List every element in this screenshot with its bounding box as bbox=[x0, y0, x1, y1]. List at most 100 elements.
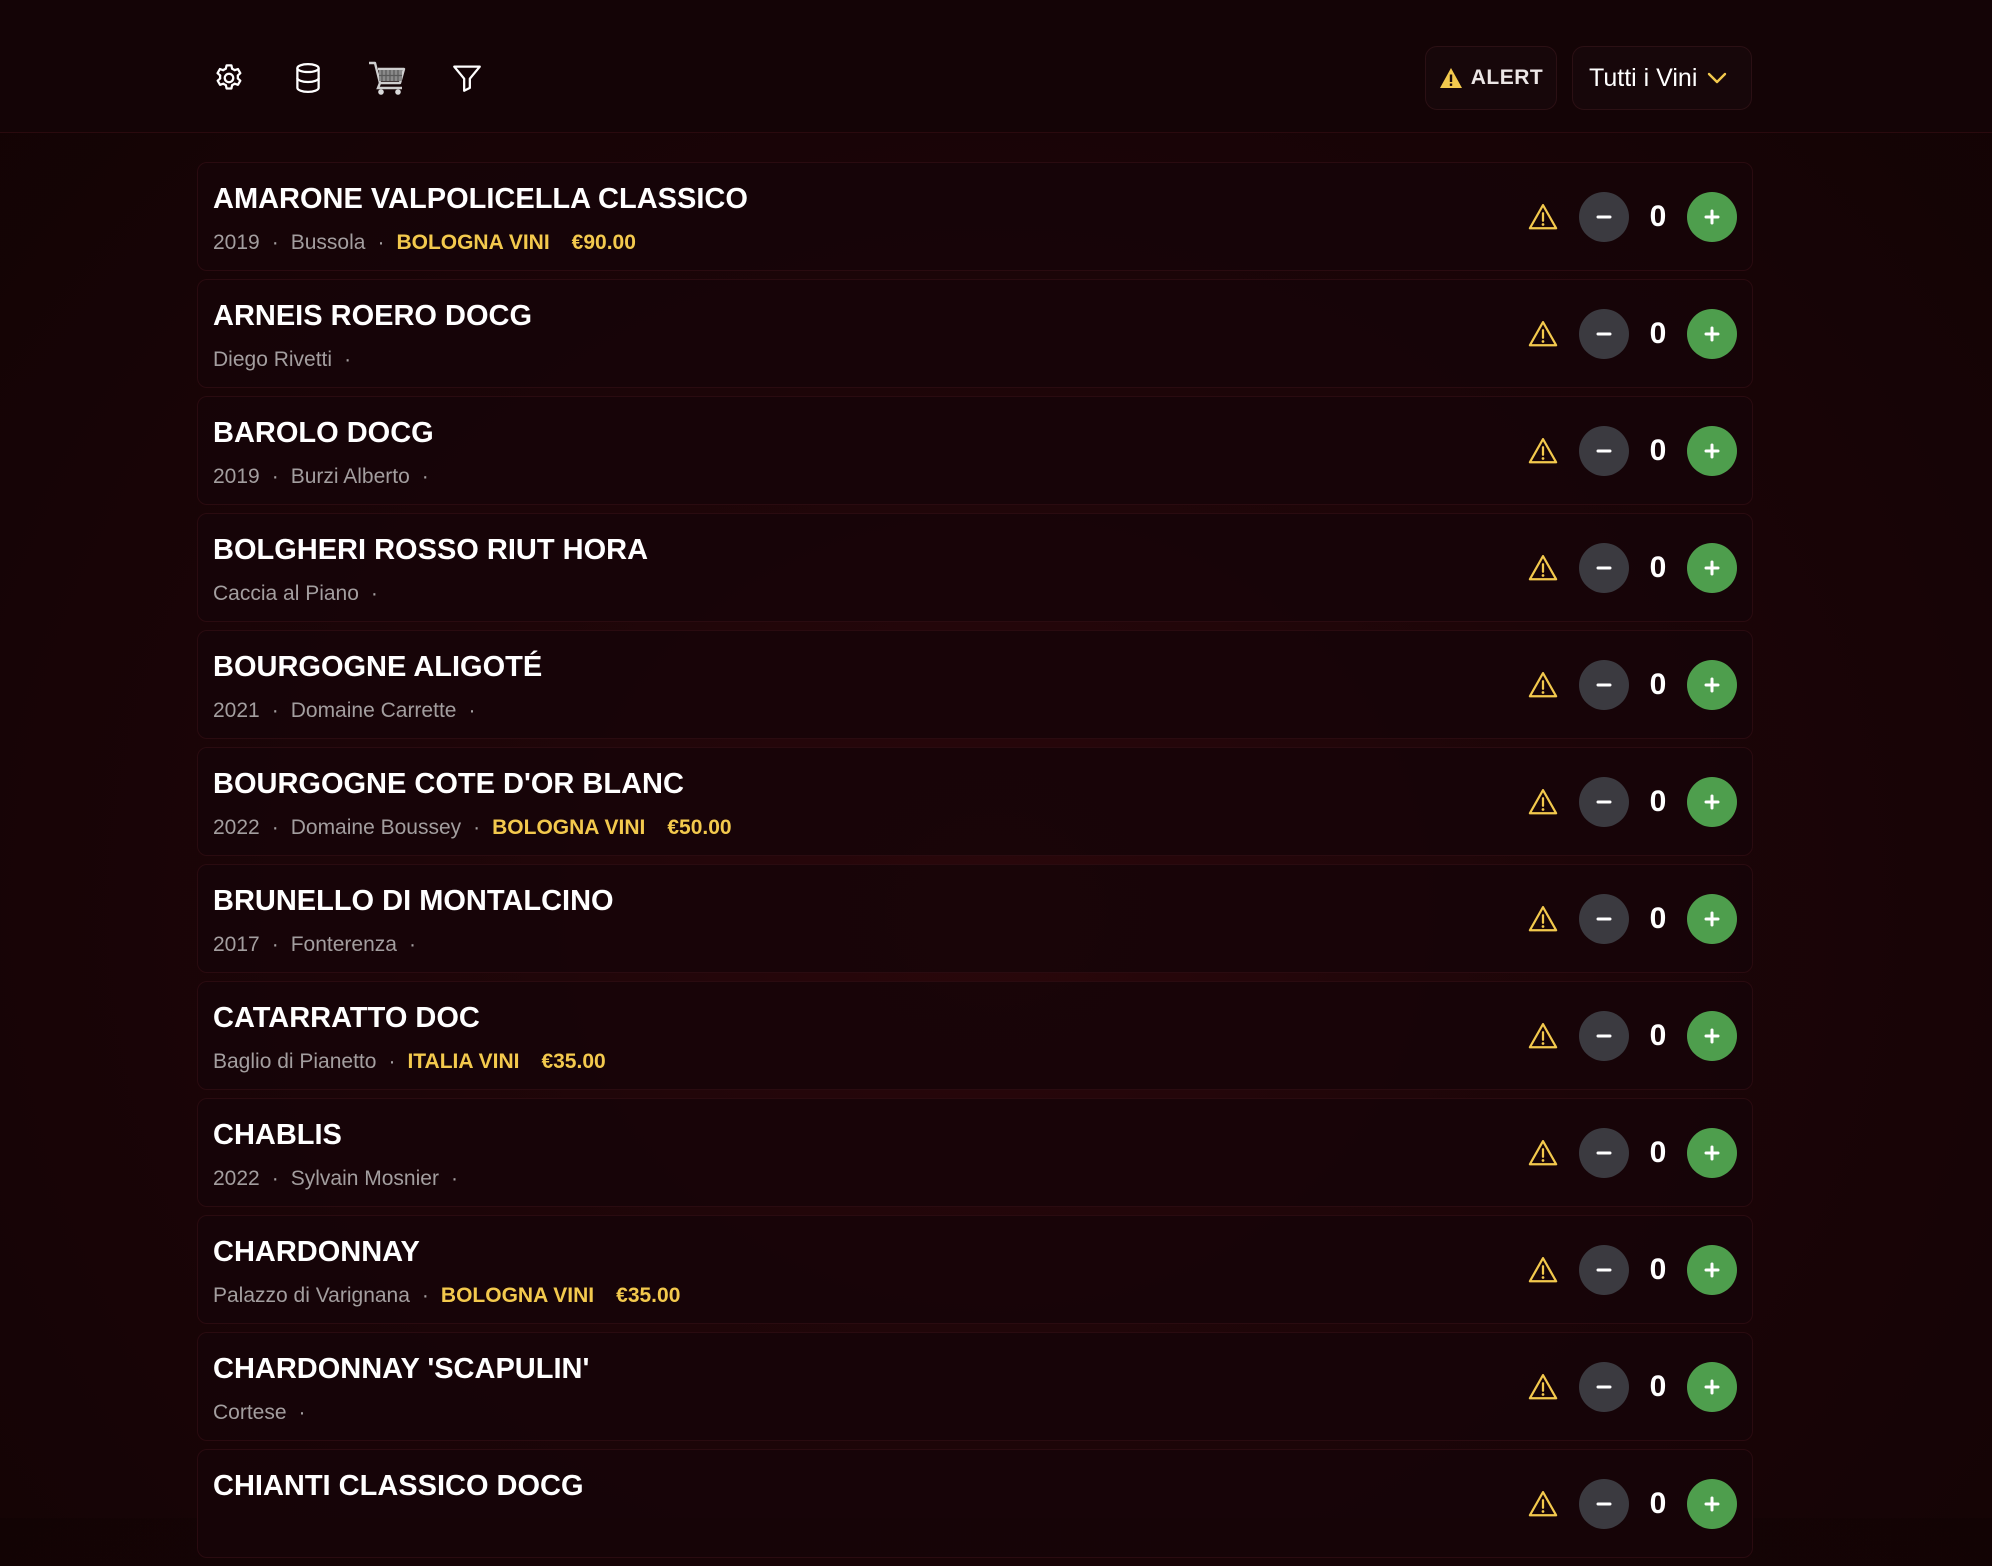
increment-button[interactable] bbox=[1687, 309, 1737, 359]
wine-producer: Sylvain Mosnier bbox=[290, 1167, 439, 1190]
wine-producer: Bussola bbox=[290, 231, 366, 254]
warning-icon[interactable] bbox=[1528, 1255, 1558, 1285]
quantity-value: 0 bbox=[1649, 1136, 1667, 1169]
decrement-button[interactable] bbox=[1579, 309, 1629, 359]
quantity-value: 0 bbox=[1649, 1487, 1667, 1520]
wine-year: 2019 bbox=[213, 231, 260, 254]
warning-icon[interactable] bbox=[1528, 1138, 1558, 1168]
plus-icon bbox=[1704, 677, 1720, 693]
wine-name: AMARONE VALPOLICELLA CLASSICO bbox=[213, 183, 748, 215]
quantity-value: 0 bbox=[1649, 317, 1667, 350]
alert-label: ALERT bbox=[1470, 66, 1544, 89]
wine-row[interactable]: CHARDONNAY 'SCAPULIN' Cortese · 0 bbox=[197, 1332, 1753, 1441]
chevron-down-icon bbox=[1708, 72, 1727, 84]
increment-button[interactable] bbox=[1687, 543, 1737, 593]
wine-meta: 2017 · Fonterenza · bbox=[213, 933, 416, 956]
filter-icon[interactable] bbox=[443, 54, 491, 102]
minus-icon bbox=[1596, 1385, 1612, 1389]
warning-icon[interactable] bbox=[1528, 904, 1558, 934]
warning-icon[interactable] bbox=[1528, 1489, 1558, 1519]
minus-icon bbox=[1596, 215, 1612, 219]
quantity-value: 0 bbox=[1649, 1370, 1667, 1403]
wine-row[interactable]: CHIANTI CLASSICO DOCG 0 bbox=[197, 1449, 1753, 1558]
increment-button[interactable] bbox=[1687, 894, 1737, 944]
warning-icon[interactable] bbox=[1528, 319, 1558, 349]
plus-icon bbox=[1704, 1028, 1720, 1044]
wine-name: BRUNELLO DI MONTALCINO bbox=[213, 885, 614, 917]
plus-icon bbox=[1704, 326, 1720, 342]
wine-price: €50.00 bbox=[667, 816, 732, 839]
wine-row[interactable]: CHABLIS 2022 · Sylvain Mosnier · 0 bbox=[197, 1098, 1753, 1207]
decrement-button[interactable] bbox=[1579, 777, 1629, 827]
increment-button[interactable] bbox=[1687, 192, 1737, 242]
warning-icon[interactable] bbox=[1528, 1021, 1558, 1051]
decrement-button[interactable] bbox=[1579, 1362, 1629, 1412]
wine-supplier: BOLOGNA VINI bbox=[440, 1284, 595, 1307]
warning-icon[interactable] bbox=[1528, 202, 1558, 232]
wine-year: 2022 bbox=[213, 816, 260, 839]
gear-icon[interactable] bbox=[205, 54, 253, 102]
warning-icon[interactable] bbox=[1528, 436, 1558, 466]
wine-row[interactable]: AMARONE VALPOLICELLA CLASSICO 2019 · Busso… bbox=[197, 162, 1753, 271]
wine-producer: Caccia al Piano bbox=[213, 582, 359, 605]
wine-row[interactable]: BAROLO DOCG 2019 · Burzi Alberto · 0 bbox=[197, 396, 1753, 505]
decrement-button[interactable] bbox=[1579, 192, 1629, 242]
plus-icon bbox=[1704, 794, 1720, 810]
wine-row[interactable]: BOURGOGNE ALIGOTÉ 2021 · Domaine Carrette ·… bbox=[197, 630, 1753, 739]
filter-select-value: Tutti i Vini bbox=[1589, 63, 1698, 92]
warning-icon[interactable] bbox=[1528, 787, 1558, 817]
increment-button[interactable] bbox=[1687, 1011, 1737, 1061]
wine-price: €35.00 bbox=[541, 1050, 606, 1073]
increment-button[interactable] bbox=[1687, 1362, 1737, 1412]
plus-icon bbox=[1704, 443, 1720, 459]
decrement-button[interactable] bbox=[1579, 426, 1629, 476]
wine-meta: 2019 · Bussola · BOLOGNA VINI €90.00 bbox=[213, 231, 636, 254]
quantity-value: 0 bbox=[1649, 1253, 1667, 1286]
wine-meta: 2019 · Burzi Alberto · bbox=[213, 465, 429, 488]
wine-row[interactable]: BOURGOGNE COTE D'OR BLANC 2022 · Domaine B… bbox=[197, 747, 1753, 856]
wine-filter-select[interactable]: Tutti i Vini bbox=[1572, 46, 1752, 110]
decrement-button[interactable] bbox=[1579, 894, 1629, 944]
plus-icon bbox=[1704, 560, 1720, 576]
quantity-value: 0 bbox=[1649, 785, 1667, 818]
wine-meta: Diego Rivetti · bbox=[213, 348, 352, 371]
increment-button[interactable] bbox=[1687, 660, 1737, 710]
increment-button[interactable] bbox=[1687, 1479, 1737, 1529]
decrement-button[interactable] bbox=[1579, 1479, 1629, 1529]
wine-price: €35.00 bbox=[616, 1284, 681, 1307]
wine-meta: Cortese · bbox=[213, 1401, 306, 1424]
decrement-button[interactable] bbox=[1579, 1128, 1629, 1178]
wine-row[interactable]: CATARRATTO DOC Baglio di Pianetto · ITALIA… bbox=[197, 981, 1753, 1090]
increment-button[interactable] bbox=[1687, 1245, 1737, 1295]
minus-icon bbox=[1596, 800, 1612, 804]
wine-producer: Domaine Boussey bbox=[290, 816, 462, 839]
wine-row[interactable]: CHARDONNAY Palazzo di Varignana · BOLOGNA … bbox=[197, 1215, 1753, 1324]
increment-button[interactable] bbox=[1687, 1128, 1737, 1178]
decrement-button[interactable] bbox=[1579, 1245, 1629, 1295]
wine-year: 2022 bbox=[213, 1167, 260, 1190]
minus-icon bbox=[1596, 1268, 1612, 1272]
warning-icon[interactable] bbox=[1528, 670, 1558, 700]
wine-meta: Caccia al Piano · bbox=[213, 582, 378, 605]
plus-icon bbox=[1704, 1379, 1720, 1395]
decrement-button[interactable] bbox=[1579, 660, 1629, 710]
wine-producer: Fonterenza bbox=[290, 933, 397, 956]
plus-icon bbox=[1704, 1145, 1720, 1161]
increment-button[interactable] bbox=[1687, 426, 1737, 476]
warning-icon[interactable] bbox=[1528, 553, 1558, 583]
wine-name: CHABLIS bbox=[213, 1119, 342, 1151]
increment-button[interactable] bbox=[1687, 777, 1737, 827]
wine-row[interactable]: ARNEIS ROERO DOCG Diego Rivetti · 0 bbox=[197, 279, 1753, 388]
warning-icon[interactable] bbox=[1528, 1372, 1558, 1402]
shopping-cart-icon[interactable] bbox=[363, 54, 411, 102]
quantity-value: 0 bbox=[1649, 902, 1667, 935]
wine-supplier: ITALIA VINI bbox=[407, 1050, 520, 1073]
wine-row[interactable]: BOLGHERI ROSSO RIUT HORA Caccia al Piano… bbox=[197, 513, 1753, 622]
database-icon[interactable] bbox=[284, 54, 332, 102]
alert-button[interactable]: ALERT bbox=[1425, 46, 1557, 110]
decrement-button[interactable] bbox=[1579, 1011, 1629, 1061]
wine-row[interactable]: BRUNELLO DI MONTALCINO 2017 · Fonterenza · … bbox=[197, 864, 1753, 973]
quantity-value: 0 bbox=[1649, 1019, 1667, 1052]
decrement-button[interactable] bbox=[1579, 543, 1629, 593]
wine-name: BOURGOGNE COTE D'OR BLANC bbox=[213, 768, 684, 800]
